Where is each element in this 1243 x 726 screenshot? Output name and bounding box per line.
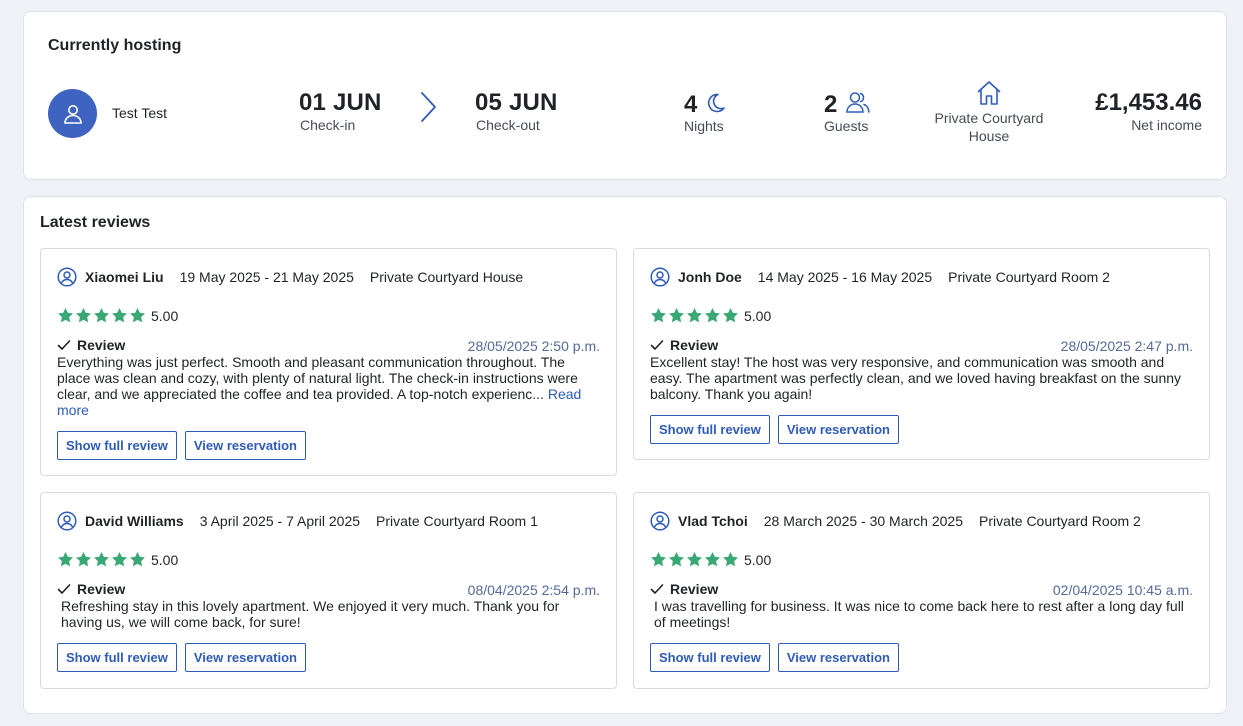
net-income-label: Net income	[1131, 117, 1202, 133]
rating-score: 5.00	[744, 307, 772, 324]
check-icon	[57, 340, 71, 350]
moon-icon	[707, 93, 725, 113]
review-text: Everything was just perfect. Smooth and …	[57, 354, 600, 418]
star-icon	[58, 308, 73, 323]
view-reservation-button[interactable]: View reservation	[777, 643, 899, 672]
stay-dates: 28 March 2025 - 30 March 2025	[763, 513, 963, 529]
user-circle-icon	[57, 267, 77, 287]
star-icon	[705, 308, 720, 323]
review-card: Xiaomei Liu 19 May 2025 - 21 May 2025 Pr…	[40, 248, 617, 476]
currently-hosting-card: Currently hosting Test Test 01 JUN Check…	[23, 11, 1227, 180]
net-income-amount: £1,453.46	[1095, 89, 1202, 116]
nights-label: Nights	[684, 118, 724, 134]
stay-dates: 3 April 2025 - 7 April 2025	[199, 513, 361, 529]
review-property: Private Courtyard Room 2	[948, 269, 1110, 285]
review-text: Refreshing stay in this lovely apartment…	[61, 598, 560, 630]
star-icon	[94, 552, 109, 567]
review-label-text: Review	[670, 581, 719, 597]
user-circle-icon	[57, 511, 77, 531]
show-full-review-button[interactable]: Show full review	[57, 431, 177, 460]
checkout-date: 05 JUN	[475, 89, 558, 116]
star-icon	[651, 552, 666, 567]
stay-dates: 19 May 2025 - 21 May 2025	[179, 269, 354, 285]
star-icon	[651, 308, 666, 323]
show-full-review-button[interactable]: Show full review	[650, 643, 770, 672]
property-name: Private Courtyard House	[934, 110, 1044, 144]
guests-label: Guests	[824, 118, 869, 134]
rating-score: 5.00	[151, 551, 179, 568]
review-card: David Williams 3 April 2025 - 7 April 20…	[40, 492, 617, 689]
rating-score: 5.00	[151, 307, 179, 324]
view-reservation-button[interactable]: View reservation	[184, 431, 306, 460]
guest-name: Test Test	[112, 105, 167, 121]
rating-score: 5.00	[744, 551, 772, 568]
star-icon	[130, 552, 145, 567]
user-icon	[63, 104, 82, 124]
star-icon	[130, 308, 145, 323]
reviewer-name: Vlad Tchoi	[678, 513, 748, 529]
review-timestamp: 28/05/2025 2:47 p.m.	[1060, 338, 1193, 354]
review-text: Excellent stay! The host was very respon…	[650, 354, 1182, 402]
star-icon	[112, 308, 127, 323]
review-label: Review	[57, 337, 125, 353]
review-label-text: Review	[77, 581, 126, 597]
review-property: Private Courtyard House	[369, 269, 524, 285]
review-text: I was travelling for business. It was ni…	[654, 598, 1184, 630]
star-icon	[687, 308, 702, 323]
home-icon	[977, 81, 1001, 105]
guests-count: 2	[824, 91, 838, 118]
review-label: Review	[57, 581, 125, 597]
review-label-text: Review	[670, 337, 719, 353]
review-label: Review	[650, 337, 718, 353]
review-card: Jonh Doe 14 May 2025 - 16 May 2025 Priva…	[633, 248, 1210, 460]
star-icon	[723, 308, 738, 323]
star-rating: 5.00	[650, 551, 771, 568]
checkin-label: Check-in	[300, 117, 356, 133]
show-full-review-button[interactable]: Show full review	[57, 643, 177, 672]
star-rating: 5.00	[650, 307, 771, 324]
star-icon	[723, 552, 738, 567]
checkin-date: 01 JUN	[299, 89, 382, 116]
star-rating: 5.00	[57, 307, 178, 324]
star-rating: 5.00	[57, 551, 178, 568]
latest-reviews-title: Latest reviews	[40, 214, 151, 231]
star-icon	[76, 552, 91, 567]
review-card: Vlad Tchoi 28 March 2025 - 30 March 2025…	[633, 492, 1210, 689]
view-reservation-button[interactable]: View reservation	[184, 643, 306, 672]
currently-hosting-title: Currently hosting	[48, 37, 182, 54]
nights-count: 4	[684, 91, 698, 118]
review-label: Review	[650, 581, 718, 597]
star-icon	[687, 552, 702, 567]
review-property: Private Courtyard Room 2	[978, 513, 1141, 529]
star-icon	[669, 552, 684, 567]
star-icon	[669, 308, 684, 323]
review-timestamp: 28/05/2025 2:50 p.m.	[467, 338, 600, 354]
check-icon	[650, 340, 664, 350]
user-circle-icon	[650, 267, 670, 287]
check-icon	[57, 584, 71, 594]
star-icon	[112, 552, 127, 567]
stay-dates: 14 May 2025 - 16 May 2025	[757, 269, 933, 285]
star-icon	[76, 308, 91, 323]
star-icon	[94, 308, 109, 323]
chevron-right-icon	[421, 92, 436, 122]
review-label-text: Review	[77, 337, 126, 353]
review-timestamp: 02/04/2025 10:45 a.m.	[1052, 582, 1193, 598]
review-property: Private Courtyard Room 1	[376, 513, 538, 529]
show-full-review-button[interactable]: Show full review	[650, 415, 770, 444]
reviewer-name: Jonh Doe	[678, 269, 742, 285]
latest-reviews-card: Latest reviews Xiaomei Liu 19 May 2025 -…	[23, 196, 1227, 714]
checkout-label: Check-out	[476, 117, 540, 133]
user-circle-icon	[650, 511, 670, 531]
star-icon	[58, 552, 73, 567]
view-reservation-button[interactable]: View reservation	[777, 415, 899, 444]
reviewer-name: David Williams	[85, 513, 184, 529]
review-timestamp: 08/04/2025 2:54 p.m.	[467, 582, 600, 598]
reviewer-name: Xiaomei Liu	[85, 269, 164, 285]
review-text-body: Everything was just perfect. Smooth and …	[57, 354, 578, 402]
guest-avatar	[48, 89, 97, 138]
check-icon	[650, 584, 664, 594]
star-icon	[705, 552, 720, 567]
users-icon	[846, 92, 870, 113]
